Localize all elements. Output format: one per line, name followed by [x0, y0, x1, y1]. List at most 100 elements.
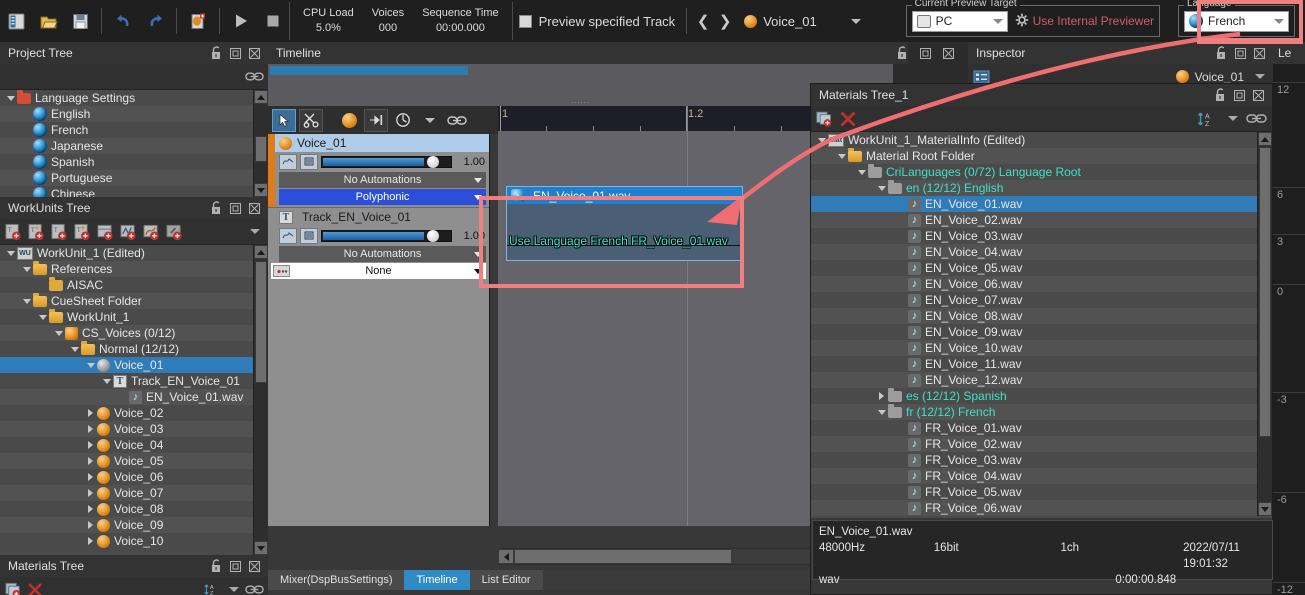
tree-row[interactable]: ♪ EN_Voice_02.wav [811, 212, 1272, 228]
workunits-tree-list[interactable]: WU WorkUnit_1 (Edited) References AISAC CueS… [0, 245, 268, 555]
tree-row[interactable]: ♪ FR_Voice_04.wav [811, 468, 1272, 484]
chevron-down-icon[interactable] [850, 18, 861, 24]
chevron-down-icon[interactable] [992, 18, 1003, 24]
scroll-thumb[interactable] [1259, 147, 1271, 437]
tree-row[interactable]: ♪ EN_Voice_10.wav [811, 340, 1272, 356]
add-material-icon[interactable] [815, 110, 834, 128]
automation-dropdown[interactable]: No Automations [279, 172, 486, 188]
tree-row[interactable]: WU WorkUnit_1 (Edited) [0, 245, 268, 261]
project-tree-list[interactable]: Language Settings English French Japanese Sp… [0, 90, 268, 197]
tree-row[interactable]: ♪ EN_Voice_06.wav [811, 276, 1272, 292]
tree-row[interactable]: CueSheet Folder [0, 292, 268, 309]
add-aisac-icon[interactable] [119, 223, 138, 241]
tree-row[interactable]: References [0, 260, 268, 277]
tree-row[interactable]: ♪ EN_Voice_07.wav [811, 292, 1272, 308]
add-curve-icon[interactable] [142, 223, 161, 241]
tree-row[interactable]: ♪ FR_Voice_03.wav [811, 452, 1272, 468]
tree-row[interactable]: Language Settings [0, 90, 268, 106]
twisty-expanded[interactable] [20, 298, 33, 304]
tree-row[interactable]: Voice_04 [0, 437, 268, 453]
maximize-icon[interactable] [226, 557, 245, 575]
twisty-collapsed[interactable] [84, 489, 97, 497]
hscroll-track[interactable] [514, 549, 813, 564]
twisty-expanded[interactable] [4, 250, 17, 256]
tree-row[interactable]: Chinese [0, 186, 268, 197]
twisty-expanded[interactable] [20, 266, 33, 272]
tree-row[interactable]: AISAC [0, 276, 268, 293]
volume-slider[interactable] [321, 229, 452, 242]
lock-icon[interactable] [1211, 86, 1230, 104]
twisty-collapsed[interactable] [84, 457, 97, 465]
add-misc-icon[interactable] [165, 223, 184, 241]
timeline-tab[interactable]: List Editor [470, 570, 543, 590]
mute-icon[interactable] [300, 227, 318, 244]
timeline-overview-bar[interactable]: ...... [268, 64, 893, 106]
close-icon[interactable] [939, 44, 958, 62]
preview-track-checkbox[interactable] [518, 14, 532, 28]
new-project-icon[interactable] [1, 6, 31, 36]
tree-row[interactable]: Normal (12/12) [0, 340, 268, 357]
chevron-down-icon[interactable] [1223, 110, 1242, 128]
lock-icon[interactable] [893, 44, 912, 62]
tree-row[interactable]: Voice_09 [0, 517, 268, 533]
scroll-left-arrow[interactable] [498, 549, 514, 564]
tree-row[interactable]: Voice_01 [0, 357, 268, 373]
tree-row[interactable]: fr (12/12) French [811, 403, 1272, 420]
add-cuesheet-icon[interactable]: T [4, 223, 23, 241]
delete-material-icon[interactable] [836, 110, 860, 128]
timeline-hscrollbar[interactable] [498, 548, 813, 565]
mute-icon[interactable] [300, 153, 318, 170]
link-icon[interactable] [245, 68, 264, 86]
project-tree-scrollbar[interactable] [253, 90, 268, 197]
maximize-icon[interactable] [226, 199, 245, 217]
tree-row[interactable]: ♪ EN_Voice_11.wav [811, 356, 1272, 372]
lock-icon[interactable] [207, 199, 226, 217]
close-icon[interactable] [245, 44, 264, 62]
chevron-down-icon[interactable] [224, 581, 243, 595]
tree-row[interactable]: CS_Voices (0/12) [0, 325, 268, 341]
tree-row[interactable]: ♪ EN_Voice_12.wav [811, 372, 1272, 388]
scroll-thumb[interactable] [255, 136, 267, 162]
clip-body[interactable]: Use Language French FR_Voice_01.wav [507, 204, 742, 260]
twisty-expanded[interactable] [855, 169, 868, 175]
tree-row[interactable]: WorkUnit_1 [0, 308, 268, 325]
materials-tree-1-list[interactable]: Mat WorkUnit_1_MaterialInfo (Edited) Mater… [811, 132, 1272, 518]
tree-row[interactable]: CriLanguages (0/72) Language Root [811, 163, 1272, 180]
twisty-expanded[interactable] [835, 153, 848, 159]
save-icon[interactable] [65, 6, 95, 36]
tree-row[interactable]: ♪ FR_Voice_01.wav [811, 420, 1272, 436]
language-combo[interactable]: French [1184, 10, 1289, 32]
tree-row[interactable]: Voice_07 [0, 485, 268, 501]
twisty-collapsed[interactable] [875, 392, 888, 400]
twisty-collapsed[interactable] [84, 441, 97, 449]
tree-row[interactable]: Voice_06 [0, 469, 268, 485]
track-mode-dropdown[interactable]: Polyphonic [279, 189, 486, 205]
envelope-icon[interactable] [279, 153, 297, 170]
timeline-canvas[interactable]: 1 1.2 ♪ EN_Voice_01.wav Use Language Fren… [498, 106, 813, 526]
tree-row[interactable]: ♪ FR_Voice_06.wav [811, 500, 1272, 516]
resize-grip[interactable]: ...... [571, 96, 590, 105]
voice-selector-combo[interactable]: Voice_01 [736, 14, 869, 29]
tree-row[interactable]: English [0, 106, 268, 122]
tree-row[interactable]: ♪ EN_Voice_05.wav [811, 260, 1272, 276]
tree-row[interactable]: Voice_05 [0, 453, 268, 469]
more-options-icon[interactable] [245, 223, 264, 241]
scroll-up-arrow[interactable] [254, 90, 268, 104]
twisty-expanded[interactable] [84, 362, 97, 368]
tree-row[interactable]: Japanese [0, 138, 268, 154]
build-icon[interactable] [183, 6, 213, 36]
chevron-down-icon[interactable] [1274, 18, 1284, 24]
track-name-row[interactable]: T Track_EN_Voice_01 [268, 208, 489, 226]
tree-row[interactable]: Voice_03 [0, 421, 268, 437]
timeline-track-head[interactable]: T Track_EN_Voice_01 1.00 No Automations None [268, 207, 489, 280]
tree-row[interactable]: Voice_08 [0, 501, 268, 517]
timeline-tab[interactable]: Timeline [404, 570, 470, 590]
tree-row[interactable]: ♪ EN_Voice_08.wav [811, 308, 1272, 324]
timeline-track-head[interactable]: Voice_01 1.00 No Automations Polyphonic [268, 134, 489, 207]
maximize-icon[interactable] [1231, 44, 1250, 62]
tree-row[interactable]: Spanish [0, 154, 268, 170]
tree-row[interactable]: ♪ FR_Voice_05.wav [811, 484, 1272, 500]
tree-row[interactable]: ♪ EN_Voice_09.wav [811, 324, 1272, 340]
maximize-icon[interactable] [916, 44, 935, 62]
track-mode-dropdown[interactable]: None [271, 263, 486, 279]
